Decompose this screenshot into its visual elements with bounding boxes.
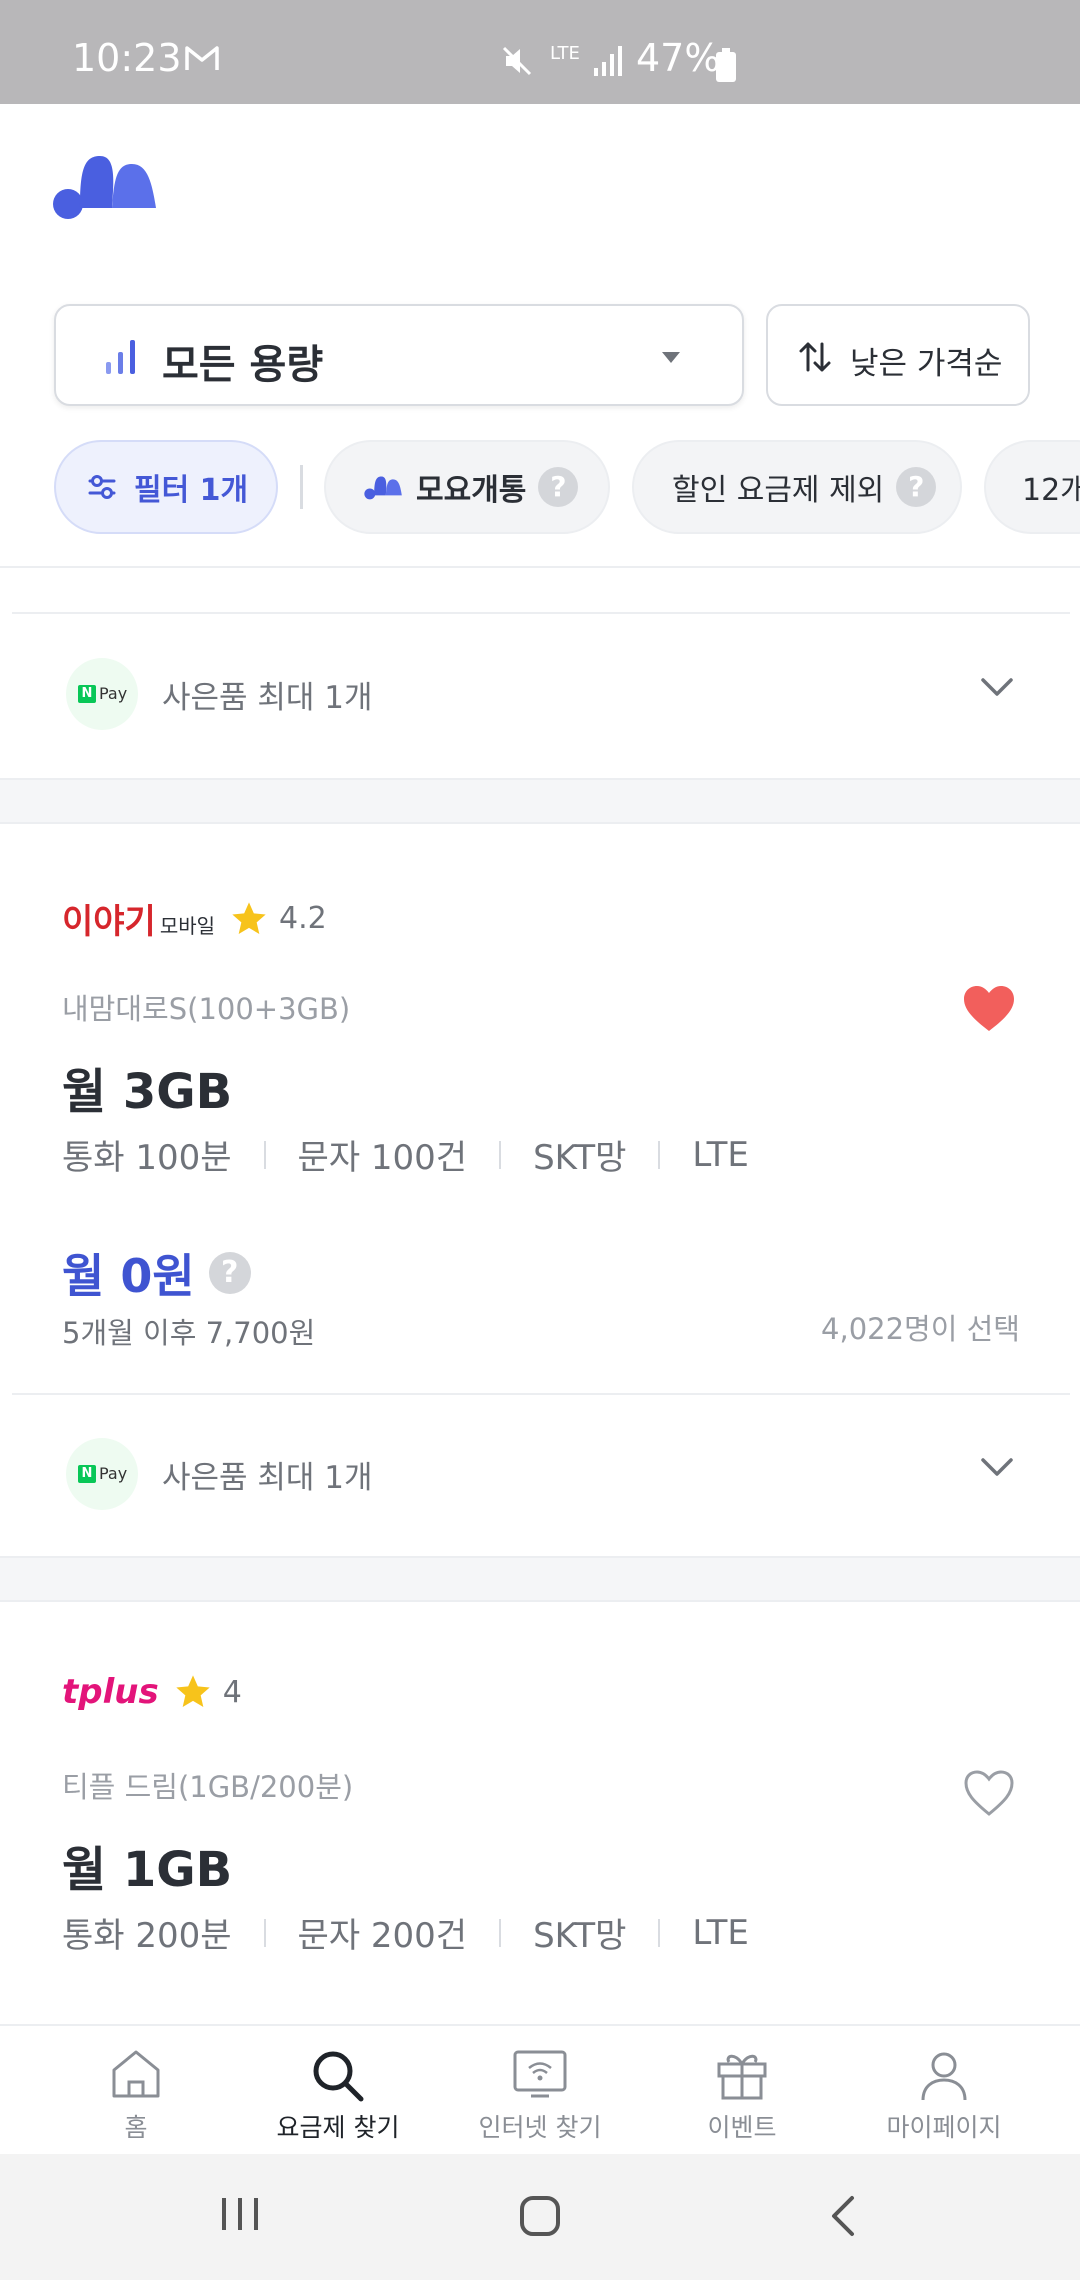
moyo-open-chip[interactable]: 모요개통 ? [324, 440, 610, 534]
data-amount-label: 모든 용량 [162, 342, 324, 388]
carrier-brand: tplus 4 [62, 1672, 242, 1712]
gift-text: 사은품 최대 1개 [162, 680, 373, 716]
section-spacer [0, 778, 1080, 824]
chip-divider [300, 465, 303, 509]
favorite-heart-icon[interactable] [962, 984, 1016, 1034]
battery-icon [716, 48, 736, 82]
spec-network: SKT망 [533, 1138, 627, 1178]
gmail-icon [185, 46, 219, 70]
chosen-count: 4,022명이 선택 [821, 1312, 1020, 1346]
mute-icon [502, 46, 532, 76]
person-icon [921, 2052, 967, 2101]
spec-call: 통화 100분 [62, 1138, 232, 1178]
rating-value: 4 [222, 1674, 242, 1710]
tab-mypage[interactable]: 마이페이지 [844, 2026, 1044, 2156]
sort-button[interactable]: 낮은 가격순 [766, 304, 1030, 406]
chevron-down-icon [981, 1458, 1013, 1476]
plan-card[interactable]: tplus 4 티플 드림(1GB/200분) 월 1GB 통화 200분 문자… [0, 1602, 1080, 2022]
tab-events-label: 이벤트 [707, 2113, 777, 2142]
tab-internet-search[interactable]: 인터넷 찾기 [440, 2026, 640, 2156]
moyo-open-label: 모요개통 [416, 473, 527, 508]
after-price: 5개월 이후 7,700원 [62, 1316, 316, 1350]
plan-specs: 통화 100분 문자 100건 SKT망 LTE [62, 1130, 749, 1179]
signal-bars-icon [106, 340, 135, 374]
tab-plan-search[interactable]: 요금제 찾기 [238, 2026, 438, 2156]
filter-chip[interactable]: 필터 1개 [54, 440, 278, 534]
gift-icon [717, 2054, 767, 2100]
plan-name: 티플 드림(1GB/200분) [62, 1770, 354, 1804]
plan-price: 월 0원 ? [62, 1240, 251, 1306]
months-chip-label: 12개 [1022, 473, 1080, 508]
price-value: 월 0원 [62, 1249, 195, 1303]
rating-value: 4.2 [279, 901, 327, 936]
bottom-tab-bar: 홈 요금제 찾기 인터넷 찾기 이벤트 마이페이지 [0, 2024, 1080, 2154]
tab-internet-search-label: 인터넷 찾기 [478, 2113, 602, 2142]
status-bar: 10:23 LTE 47% [0, 0, 1080, 104]
spec-type: LTE [692, 1912, 749, 1953]
spec-call: 통화 200분 [62, 1916, 232, 1956]
chevron-down-icon [981, 678, 1013, 696]
dropdown-caret-icon [662, 352, 680, 363]
battery-percent: 47% [636, 36, 721, 80]
gift-text: 사은품 최대 1개 [162, 1460, 373, 1496]
exclude-discount-chip[interactable]: 할인 요금제 제외 ? [632, 440, 962, 534]
status-time: 10:23 [72, 36, 182, 80]
recent-apps-icon[interactable] [218, 2194, 262, 2234]
filter-sliders-icon [88, 475, 116, 499]
filter-chip-label: 필터 1개 [134, 473, 249, 508]
help-icon[interactable]: ? [208, 1252, 251, 1294]
npay-icon: N Pay [66, 658, 138, 730]
tab-home-label: 홈 [124, 2113, 148, 2142]
data-amount-dropdown[interactable]: 모든 용량 [54, 304, 744, 406]
gift-row[interactable]: N Pay 사은품 최대 1개 [0, 1394, 1080, 1554]
filter-divider [0, 566, 1080, 568]
plan-data: 월 1GB [62, 1842, 233, 1898]
search-icon [313, 2051, 364, 2102]
home-button-icon[interactable] [518, 2194, 562, 2238]
star-icon [176, 1675, 210, 1707]
tab-mypage-label: 마이페이지 [886, 2113, 1002, 2142]
favorite-heart-icon[interactable] [962, 1768, 1016, 1818]
system-nav-bar [0, 2154, 1080, 2280]
plan-data: 월 3GB [62, 1064, 233, 1120]
carrier-name: 이야기 [62, 902, 156, 942]
network-type: LTE [550, 43, 580, 64]
help-icon[interactable]: ? [896, 467, 937, 507]
spec-sms: 문자 100건 [297, 1138, 468, 1178]
gift-row[interactable]: N Pay 사은품 최대 1개 [0, 614, 1080, 774]
spec-sms: 문자 200건 [297, 1916, 468, 1956]
npay-icon: N Pay [66, 1438, 138, 1510]
help-icon[interactable]: ? [538, 467, 579, 507]
exclude-discount-label: 할인 요금제 제외 [672, 473, 885, 508]
section-spacer [0, 1556, 1080, 1602]
back-icon[interactable] [826, 2194, 858, 2238]
plan-card[interactable]: 이야기 모바일 4.2 내맘대로S(100+3GB) 월 3GB 통화 100분… [0, 824, 1080, 1394]
carrier-sub: 모바일 [159, 914, 216, 938]
spec-network: SKT망 [533, 1916, 627, 1956]
months-chip[interactable]: 12개 [984, 440, 1080, 534]
spec-separator [658, 1140, 661, 1169]
tab-home[interactable]: 홈 [36, 2026, 236, 2156]
moyo-logo-icon [364, 476, 402, 500]
app-logo-icon [53, 156, 156, 219]
wifi-monitor-icon [513, 2050, 567, 2098]
spec-type: LTE [692, 1134, 749, 1175]
tab-events[interactable]: 이벤트 [642, 2026, 842, 2156]
carrier-logo: tplus [62, 1672, 159, 1712]
home-icon [112, 2050, 160, 2098]
carrier-logo: 이야기 모바일 [62, 894, 215, 943]
carrier-brand: 이야기 모바일 4.2 [62, 894, 327, 943]
tab-plan-search-label: 요금제 찾기 [276, 2113, 400, 2142]
spec-separator [499, 1140, 502, 1169]
signal-icon [594, 46, 622, 76]
sort-label: 낮은 가격순 [850, 346, 1003, 382]
sort-arrows-icon [799, 342, 831, 372]
spec-separator [263, 1140, 266, 1169]
plan-name: 내맘대로S(100+3GB) [62, 992, 351, 1026]
spec-separator [263, 1918, 266, 1947]
plan-specs: 통화 200분 문자 200건 SKT망 LTE [62, 1908, 749, 1957]
spec-separator [658, 1918, 661, 1947]
star-icon [232, 901, 266, 934]
spec-separator [499, 1918, 502, 1947]
